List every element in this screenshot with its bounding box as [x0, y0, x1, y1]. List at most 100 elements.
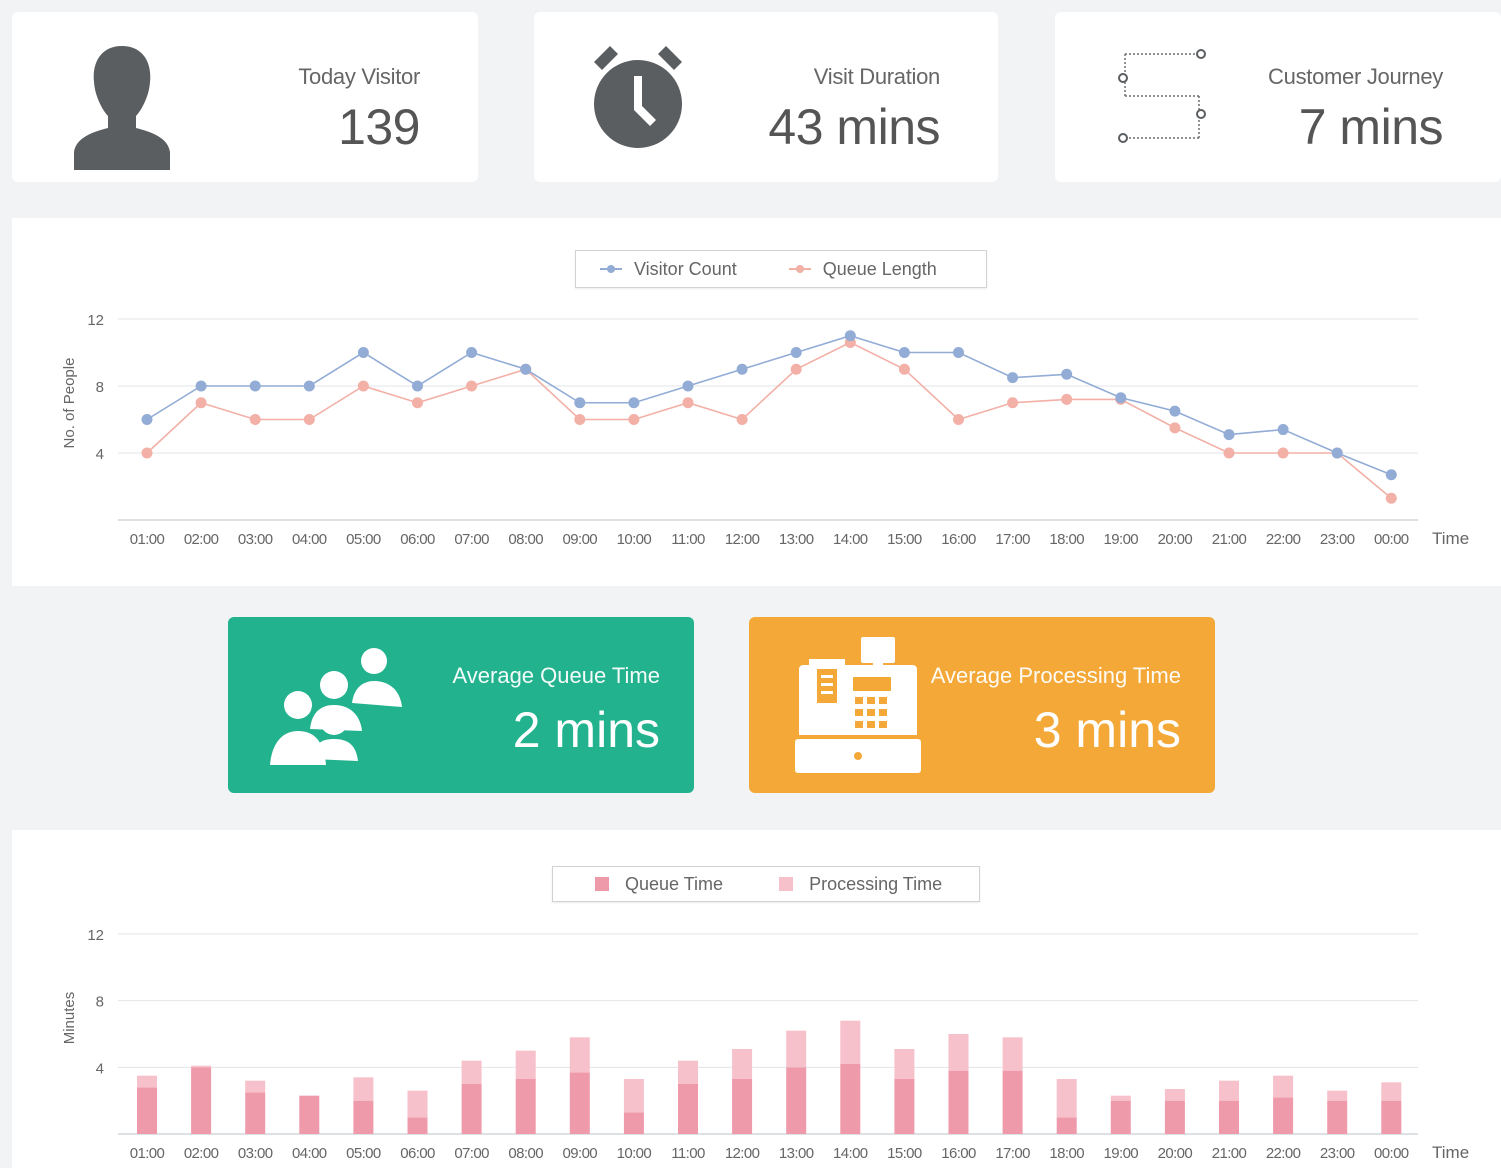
queue-time-bar[interactable] [569, 1072, 590, 1134]
visitor-count-point[interactable] [1061, 368, 1073, 380]
visitor-count-point[interactable] [736, 363, 748, 375]
queue-time-bar[interactable] [1164, 1100, 1185, 1134]
visitor-count-point[interactable] [1223, 429, 1235, 441]
processing-time-bar[interactable] [623, 1079, 644, 1113]
queue-time-bar[interactable] [299, 1095, 320, 1134]
queue-length-point[interactable] [357, 380, 369, 392]
visitor-count-point[interactable] [1277, 424, 1289, 436]
bar-chart-xtick-label: 06:00 [400, 1145, 435, 1162]
visitor-count-point[interactable] [520, 363, 532, 375]
queue-time-bar[interactable] [1002, 1070, 1023, 1134]
processing-time-bar[interactable] [786, 1030, 807, 1068]
queue-time-bar[interactable] [191, 1067, 212, 1134]
queue-time-bar[interactable] [137, 1087, 157, 1134]
queue-length-point[interactable] [1169, 422, 1181, 434]
visitor-count-point[interactable] [1331, 447, 1343, 459]
queue-length-point[interactable] [1385, 492, 1397, 504]
processing-time-bar[interactable] [1056, 1079, 1077, 1118]
visitor-count-point[interactable] [195, 380, 207, 392]
processing-time-bar[interactable] [1273, 1075, 1294, 1098]
visitor-count-point[interactable] [574, 397, 586, 409]
bar-chart-xlabel: Time [1432, 1143, 1469, 1162]
visitor-count-point[interactable] [1169, 405, 1181, 417]
visitor-count-point[interactable] [1115, 392, 1127, 404]
line-chart-xtick-label: 19:00 [1104, 531, 1139, 548]
visitor-count-point[interactable] [1007, 372, 1019, 384]
queue-time-bar[interactable] [678, 1084, 698, 1134]
queue-length-point[interactable] [790, 363, 802, 375]
processing-time-bar[interactable] [137, 1075, 157, 1088]
queue-time-bar[interactable] [245, 1092, 266, 1134]
queue-length-point[interactable] [303, 414, 315, 425]
queue-length-point[interactable] [195, 397, 207, 409]
queue-time-bar[interactable] [840, 1064, 861, 1134]
queue-time-bar[interactable] [1110, 1100, 1131, 1134]
processing-time-bar[interactable] [353, 1077, 374, 1101]
queue-length-point[interactable] [1061, 393, 1073, 405]
queue-length-point[interactable] [574, 414, 586, 425]
visitor-count-point[interactable] [141, 414, 153, 425]
processing-time-bar[interactable] [191, 1065, 212, 1068]
visitor-count-point[interactable] [466, 347, 478, 358]
visitor-count-point[interactable] [412, 380, 423, 392]
queue-length-point[interactable] [628, 414, 640, 425]
average-processing-time-card: Average Processing Time 3 mins [749, 617, 1215, 793]
processing-time-bar[interactable] [678, 1060, 698, 1084]
queue-length-point[interactable] [249, 414, 261, 425]
visitor-count-point[interactable] [357, 347, 369, 358]
queue-time-bar[interactable] [732, 1079, 753, 1134]
processing-time-bar[interactable] [1219, 1080, 1239, 1101]
queue-time-bar[interactable] [894, 1079, 915, 1134]
queue-length-point[interactable] [898, 363, 910, 375]
queue-time-bar[interactable] [1381, 1100, 1402, 1134]
processing-time-bar[interactable] [1327, 1090, 1348, 1101]
queue-time-bar[interactable] [407, 1117, 428, 1134]
queue-length-point[interactable] [1223, 447, 1235, 459]
queue-length-point[interactable] [412, 397, 423, 409]
processing-time-bar[interactable] [948, 1034, 969, 1071]
visitor-count-point[interactable] [953, 347, 964, 358]
queue-time-bar[interactable] [623, 1112, 644, 1134]
processing-time-bar[interactable] [407, 1090, 428, 1118]
queue-length-point[interactable] [141, 447, 153, 459]
visitor-count-point[interactable] [303, 380, 315, 392]
processing-time-bar[interactable] [515, 1050, 536, 1079]
visitor-count-point[interactable] [1385, 469, 1397, 481]
line-chart-xtick-label: 11:00 [671, 531, 705, 548]
visitor-count-point[interactable] [249, 380, 261, 392]
queue-length-point[interactable] [1007, 397, 1019, 409]
queue-length-point[interactable] [682, 397, 694, 409]
line-chart-xtick-label: 14:00 [833, 531, 868, 548]
visitor-count-point[interactable] [628, 397, 640, 409]
visitor-count-point[interactable] [682, 380, 694, 392]
visitor-count-point[interactable] [898, 347, 910, 358]
visitor-count-point[interactable] [790, 347, 802, 358]
processing-time-bar[interactable] [894, 1049, 915, 1079]
queue-time-bar[interactable] [353, 1100, 374, 1134]
processing-time-bar[interactable] [1110, 1095, 1131, 1101]
queue-time-bar[interactable] [786, 1067, 807, 1134]
visitor-count-point[interactable] [844, 330, 856, 342]
processing-time-bar[interactable] [461, 1060, 482, 1084]
queue-time-bar[interactable] [461, 1084, 482, 1134]
queue-length-point[interactable] [736, 414, 748, 425]
processing-time-bar[interactable] [1381, 1082, 1402, 1101]
bar-chart-xtick-label: 01:00 [130, 1145, 165, 1162]
queue-time-bar[interactable] [515, 1079, 536, 1134]
processing-time-bar[interactable] [569, 1037, 590, 1073]
queue-time-bar[interactable] [1327, 1100, 1348, 1134]
queue-time-bar[interactable] [1056, 1117, 1077, 1134]
queue-length-point[interactable] [953, 414, 964, 425]
cash-register-icon [795, 635, 921, 782]
processing-time-bar[interactable] [1002, 1037, 1023, 1071]
processing-time-bar[interactable] [732, 1049, 753, 1079]
line-chart-xtick-label: 18:00 [1049, 531, 1084, 548]
queue-time-bar[interactable] [1219, 1100, 1239, 1134]
processing-time-bar[interactable] [840, 1020, 861, 1064]
queue-length-point[interactable] [466, 380, 478, 392]
queue-time-bar[interactable] [948, 1070, 969, 1134]
processing-time-bar[interactable] [245, 1080, 266, 1093]
queue-length-point[interactable] [1277, 447, 1289, 459]
queue-time-bar[interactable] [1273, 1097, 1294, 1134]
processing-time-bar[interactable] [1164, 1089, 1185, 1101]
